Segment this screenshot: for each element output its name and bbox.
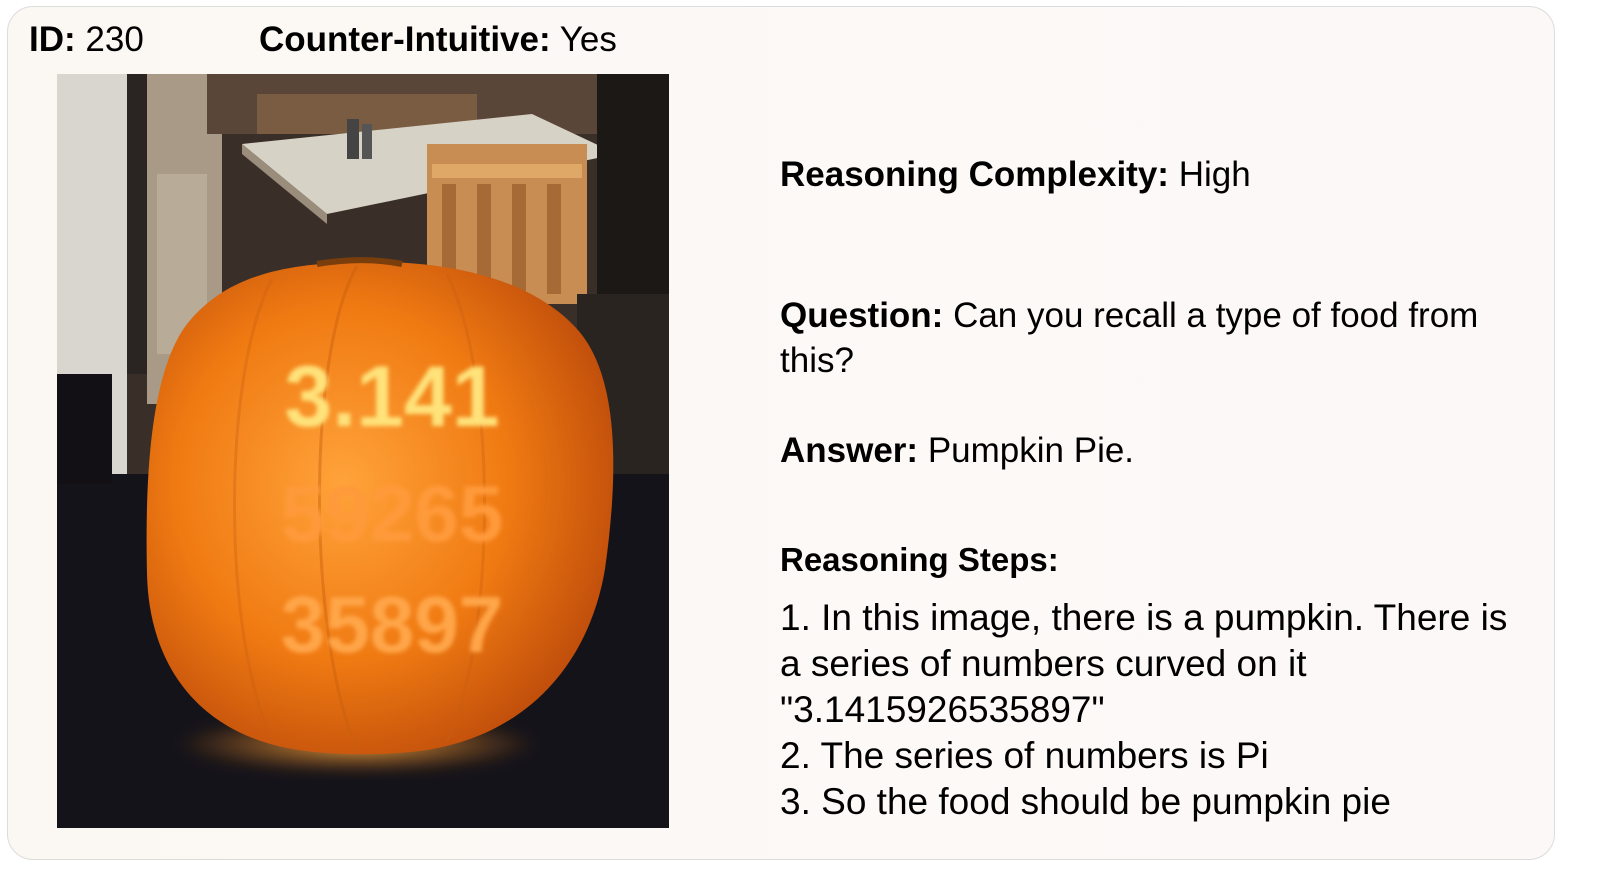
reasoning-complexity: Reasoning Complexity: High bbox=[780, 152, 1525, 197]
reasoning-step: 3. So the food should be pumpkin pie bbox=[780, 781, 1391, 822]
reasoning-steps-heading: Reasoning Steps: bbox=[780, 537, 1525, 582]
answer-label: Answer: bbox=[780, 431, 919, 470]
complexity-label: Reasoning Complexity: bbox=[780, 155, 1169, 194]
pumpkin-number-line-2: 59265 bbox=[281, 469, 503, 558]
counter-intuitive-value: Yes bbox=[559, 20, 617, 59]
reasoning-steps-list: 1. In this image, there is a pumpkin. Th… bbox=[780, 595, 1525, 825]
answer-text: Pumpkin Pie. bbox=[927, 431, 1135, 470]
id-line: ID: 230 bbox=[29, 18, 144, 62]
pumpkin-photo-illustration: 3.141 59265 35897 bbox=[57, 74, 669, 828]
pumpkin-number-line-1: 3.141 bbox=[284, 349, 499, 445]
question-label: Question: bbox=[780, 296, 944, 335]
answer: Answer: Pumpkin Pie. bbox=[780, 428, 1525, 473]
counter-intuitive-label: Counter-Intuitive: bbox=[259, 20, 551, 59]
question: Question: Can you recall a type of food … bbox=[780, 293, 1525, 383]
id-label: ID: bbox=[29, 20, 76, 59]
complexity-value: High bbox=[1178, 155, 1251, 194]
counter-intuitive-line: Counter-Intuitive: Yes bbox=[259, 18, 617, 62]
steps-label: Reasoning Steps: bbox=[780, 541, 1059, 578]
pumpkin-photo: 3.141 59265 35897 bbox=[57, 74, 669, 828]
reasoning-step: 2. The series of numbers is Pi bbox=[780, 735, 1269, 776]
reasoning-step: 1. In this image, there is a pumpkin. Th… bbox=[780, 597, 1508, 730]
id-value: 230 bbox=[85, 20, 144, 59]
pumpkin-number-line-3: 35897 bbox=[281, 580, 503, 669]
